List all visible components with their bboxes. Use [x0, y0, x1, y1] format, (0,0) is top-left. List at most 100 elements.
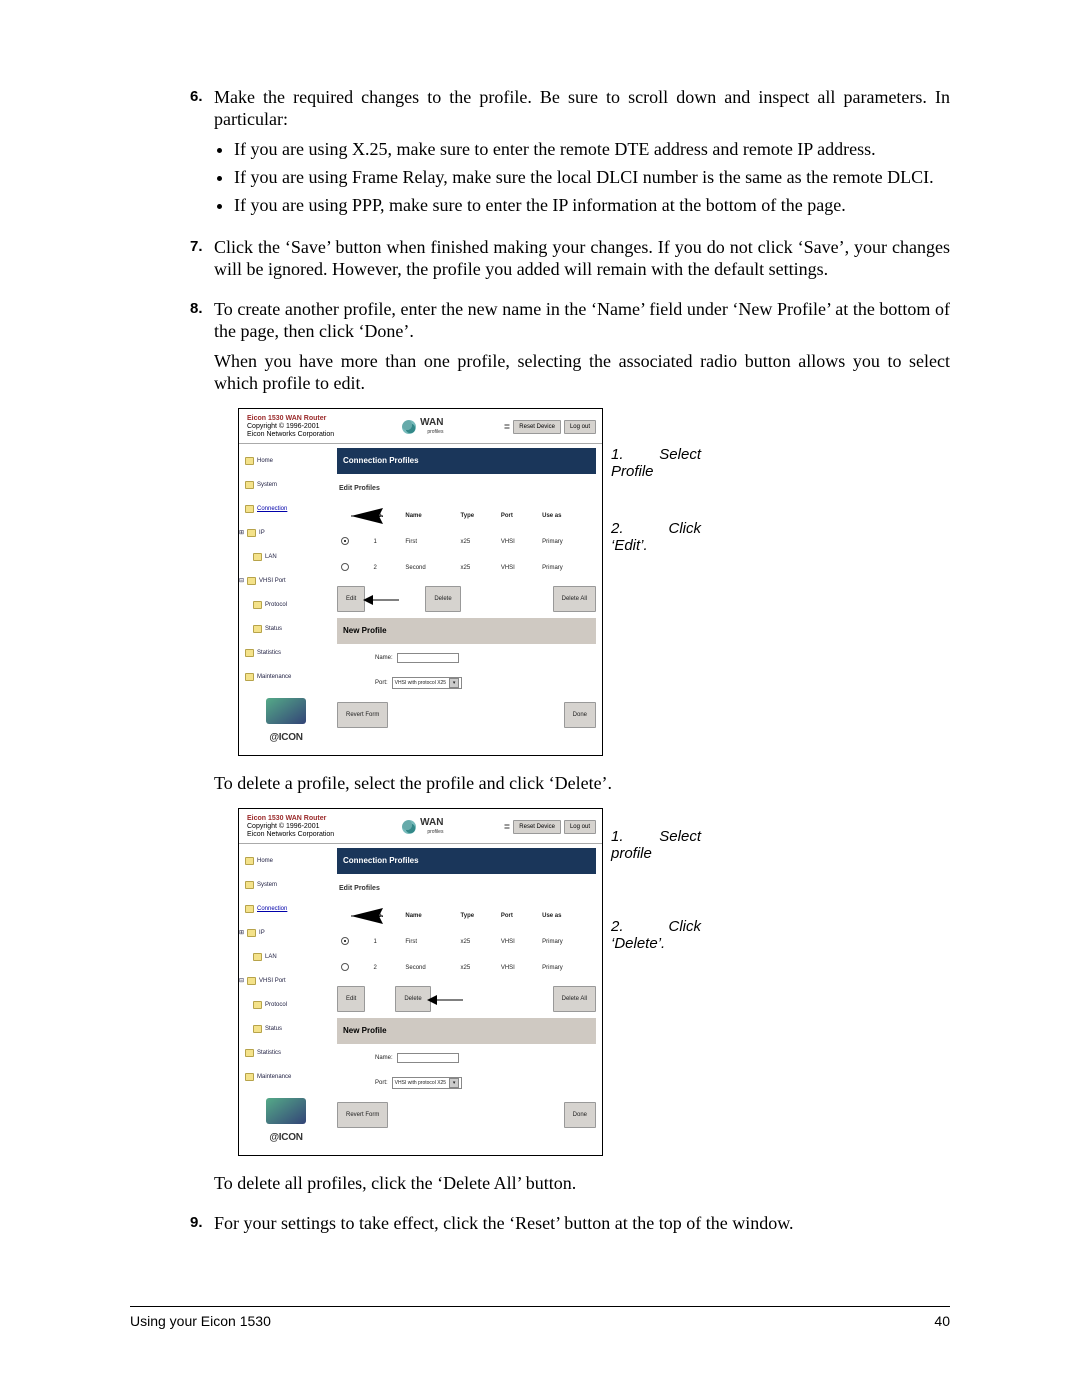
nav-protocol[interactable]: Protocol — [245, 594, 327, 616]
nav-maintenance[interactable]: Maintenance — [245, 1066, 327, 1088]
step-9: 9. For your settings to take effect, cli… — [190, 1212, 950, 1242]
callout-select-profile: 1. Select profile — [611, 828, 701, 862]
folder-icon — [245, 1073, 254, 1081]
delete-button[interactable]: Delete — [395, 986, 430, 1012]
logout-button[interactable]: Log out — [564, 420, 596, 434]
table-row: 1 First x25 VHSI Primary — [339, 930, 594, 954]
step-9-text: For your settings to take effect, click … — [214, 1212, 950, 1234]
print-icon[interactable]: ≣ — [504, 823, 511, 831]
page-footer: Using your Eicon 1530 40 — [130, 1306, 950, 1329]
col-type: Type — [459, 904, 497, 928]
delete-button[interactable]: Delete — [425, 586, 460, 612]
nav-connection[interactable]: Connection — [245, 498, 327, 520]
delete-all-button[interactable]: Delete All — [553, 986, 596, 1012]
folder-icon — [247, 529, 256, 537]
port-select[interactable]: VHSI with protocol X25▾ — [392, 677, 462, 689]
col-useas: Use as — [540, 904, 594, 928]
logout-button[interactable]: Log out — [564, 820, 596, 834]
revert-form-button[interactable]: Revert Form — [337, 1102, 388, 1128]
profile-radio[interactable] — [341, 937, 349, 945]
step-6: 6. Make the required changes to the prof… — [190, 86, 950, 226]
folder-icon — [245, 673, 254, 681]
step-7: 7. Click the ‘Save’ button when finished… — [190, 236, 950, 288]
footer-title: Using your Eicon 1530 — [130, 1313, 271, 1329]
nav-tree: Home System Connection ⊞IP LAN ⊟VHSI Por… — [239, 444, 331, 755]
profile-radio[interactable] — [341, 563, 349, 571]
nav-home[interactable]: Home — [245, 450, 327, 472]
revert-form-button[interactable]: Revert Form — [337, 702, 388, 728]
nav-protocol[interactable]: Protocol — [245, 994, 327, 1016]
step-8-para1: To create another profile, enter the new… — [214, 298, 950, 342]
step-8-after-fig1: To delete a profile, select the profile … — [214, 772, 950, 794]
folder-icon — [253, 553, 262, 561]
step-6-bullet-2: If you are using Frame Relay, make sure … — [234, 166, 950, 188]
folder-icon — [247, 577, 256, 585]
profile-radio[interactable] — [341, 963, 349, 971]
name-input[interactable] — [397, 1053, 459, 1063]
nav-system[interactable]: System — [245, 474, 327, 496]
delete-all-button[interactable]: Delete All — [553, 586, 596, 612]
done-button[interactable]: Done — [564, 1102, 596, 1128]
folder-icon — [245, 505, 254, 513]
print-icon[interactable]: ≣ — [504, 423, 511, 431]
nav-lan[interactable]: LAN — [245, 946, 327, 968]
edit-button[interactable]: Edit — [337, 986, 365, 1012]
reset-device-button[interactable]: Reset Device — [513, 420, 561, 434]
router-copyright-1: Copyright © 1996-2001 — [247, 423, 342, 431]
panel-header: Connection Profiles — [337, 448, 596, 474]
nav-maintenance[interactable]: Maintenance — [245, 666, 327, 688]
nav-home[interactable]: Home — [245, 850, 327, 872]
router-copyright-2: Eicon Networks Corporation — [247, 831, 342, 839]
step-6-text: Make the required changes to the profile… — [214, 86, 950, 130]
col-useas: Use as — [540, 504, 594, 528]
figure-1-screenshot: Eicon 1530 WAN Router Copyright © 1996-2… — [238, 408, 603, 756]
folder-icon — [247, 929, 256, 937]
name-input[interactable] — [397, 653, 459, 663]
figure-2: Eicon 1530 WAN Router Copyright © 1996-2… — [238, 808, 950, 1156]
footer-page-number: 40 — [934, 1313, 950, 1329]
step-7-number: 7. — [190, 236, 214, 288]
nav-connection[interactable]: Connection — [245, 898, 327, 920]
nav-lan[interactable]: LAN — [245, 546, 327, 568]
folder-icon — [245, 457, 254, 465]
folder-icon — [253, 1001, 262, 1009]
router-copyright-2: Eicon Networks Corporation — [247, 431, 342, 439]
nav-ip[interactable]: ⊞IP — [245, 922, 327, 944]
folder-icon — [253, 953, 262, 961]
nav-vhsi[interactable]: ⊟VHSI Port — [245, 970, 327, 992]
nav-status[interactable]: Status — [245, 1018, 327, 1040]
callout-click-delete: 2. Click ‘Delete’. — [611, 918, 701, 952]
folder-icon — [245, 905, 254, 913]
step-6-bullet-1: If you are using X.25, make sure to ente… — [234, 138, 950, 160]
name-label: Name: — [375, 647, 393, 669]
device-graphic-icon — [266, 1098, 306, 1124]
step-6-number: 6. — [190, 86, 214, 226]
logo-text: WAN — [420, 817, 443, 828]
port-select[interactable]: VHSI with protocol X25▾ — [392, 1077, 462, 1089]
nav-statistics[interactable]: Statistics — [245, 642, 327, 664]
step-8-number: 8. — [190, 298, 214, 1202]
done-button[interactable]: Done — [564, 702, 596, 728]
name-label: Name: — [375, 1047, 393, 1069]
nav-status[interactable]: Status — [245, 618, 327, 640]
step-9-number: 9. — [190, 1212, 214, 1242]
reset-device-button[interactable]: Reset Device — [513, 820, 561, 834]
nav-system[interactable]: System — [245, 874, 327, 896]
folder-icon — [245, 857, 254, 865]
nav-ip[interactable]: ⊞IP — [245, 522, 327, 544]
nav-vhsi[interactable]: ⊟VHSI Port — [245, 570, 327, 592]
edit-button[interactable]: Edit — [337, 586, 365, 612]
profile-radio[interactable] — [341, 537, 349, 545]
dropdown-icon: ▾ — [449, 1078, 459, 1088]
edit-profiles-heading: Edit Profiles — [339, 878, 596, 900]
port-label: Port: — [375, 672, 388, 694]
logo-swirl-icon — [402, 420, 416, 434]
eicon-logo: @ICON — [269, 727, 302, 749]
nav-statistics[interactable]: Statistics — [245, 1042, 327, 1064]
figure-1: Eicon 1530 WAN Router Copyright © 1996-2… — [238, 408, 950, 756]
dropdown-icon: ▾ — [449, 678, 459, 688]
logo-subtext: profiles — [420, 828, 443, 836]
folder-icon — [247, 977, 256, 985]
logo-swirl-icon — [402, 820, 416, 834]
edit-profiles-heading: Edit Profiles — [339, 478, 596, 500]
